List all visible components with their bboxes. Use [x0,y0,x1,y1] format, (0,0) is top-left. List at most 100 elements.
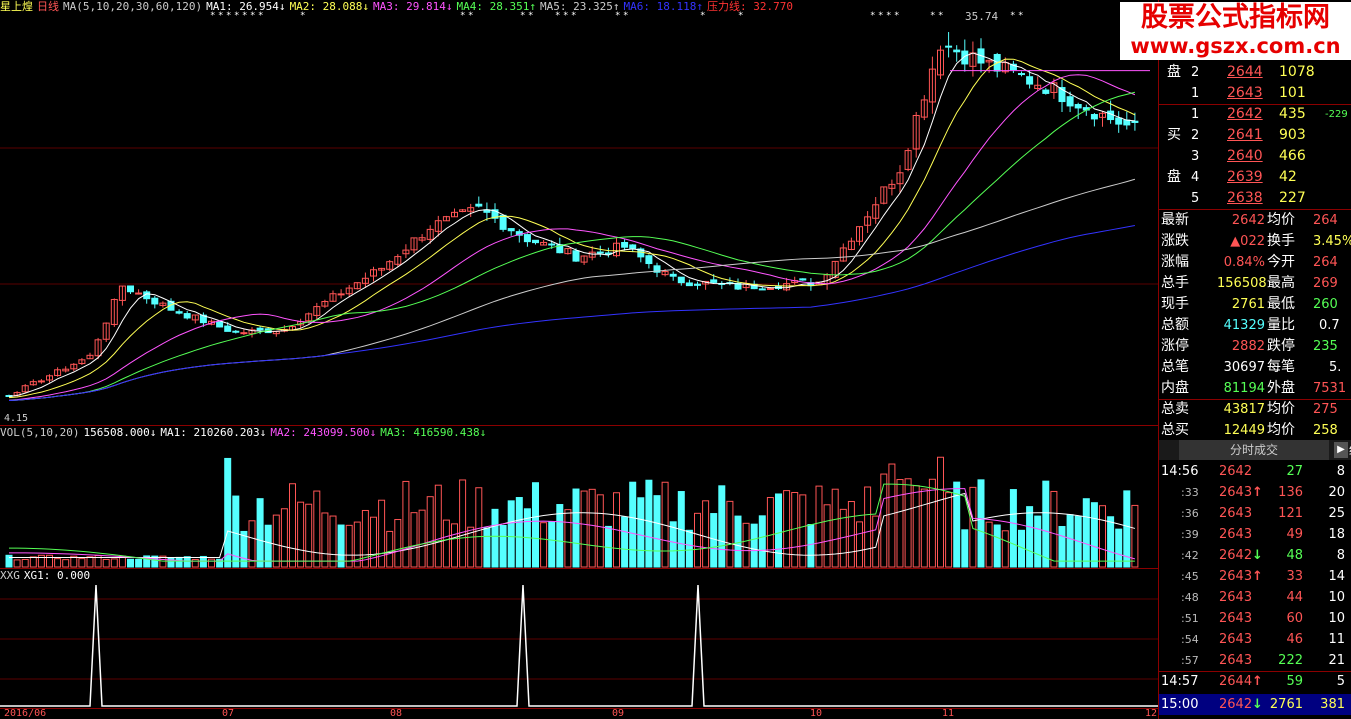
candle-body [758,288,766,291]
level: 3 [1191,149,1200,164]
volume-bar [775,493,782,568]
date-label: 08 [390,708,403,719]
candle-body [621,241,629,248]
volume-bar [102,558,110,568]
candle-body [175,311,183,314]
tick-volume: 33 [1286,569,1303,584]
volume-bar [1026,506,1034,568]
tick-row[interactable]: :33 2643 ↑ 136 20 [1159,482,1351,503]
quote-value: 264 [1313,255,1338,270]
tick-row-selected[interactable]: 15:00 2642 ↓ 2761 381 [1159,694,1351,715]
side-label: 盘 [1167,64,1181,80]
sell-row[interactable]: 盘 2 2644 1078 [1159,62,1351,83]
tick-price: 2643 [1219,485,1253,500]
candle-body [240,332,248,335]
volume: 1078 [1279,64,1315,80]
volume-bar [5,554,13,568]
volume-bar [475,487,483,568]
tick-row[interactable]: :45 2643 ↑ 33 14 [1159,566,1351,587]
quote-row: 涨停 2882 跌停 235 [1159,336,1351,357]
quote-value: 3.45% [1313,234,1351,249]
vol-value: 156508.000↓ [83,426,157,439]
play-arrow-icon[interactable]: ▶ [1334,442,1348,458]
tick-row[interactable]: :57 2643 222 21 [1159,650,1351,671]
tick-count: 18 [1328,527,1345,542]
volume-bar [370,516,377,568]
quote-value: 269 [1313,276,1338,291]
candlestick-chart[interactable]: * * * * * * * * * * * * * * * * * * * * * * * * * * * [0,0,1158,425]
quote-row: 涨幅 0.84% 今开 264 [1159,252,1351,273]
tick-row[interactable]: :42 2642 ↓ 48 8 [1159,545,1351,566]
quote-label: 换手 [1267,233,1295,249]
tick-row[interactable]: 14:56 2642 27 8 [1159,461,1351,482]
tick-row[interactable]: :39 2643 49 18 [1159,524,1351,545]
volume-chart-pane[interactable]: VOL(5,10,20) 156508.000↓ MA1: 210260.203↓ M… [0,425,1158,568]
price: 2644 [1227,64,1263,80]
candle-body [766,287,774,290]
volume-bar [645,479,653,568]
buy-row[interactable]: 1 2642 435 -229 [1159,104,1351,125]
quote-row: 总额 41329 量比 0.7 [1159,315,1351,336]
quote-label: 涨幅 [1161,254,1189,270]
tick-row[interactable]: :48 2643 44 10 [1159,587,1351,608]
vol-ma1: MA1: 210260.203↓ [160,426,267,439]
price-chart-pane[interactable]: * * * * * * * * * * * * * * * * * * * * * * * * * * * 星上煌 日线 MA(5,10… [0,0,1158,425]
tick-volume: 46 [1286,632,1303,647]
tick-volume: 27 [1286,464,1303,479]
volume-bar [596,494,604,568]
tick-count: 21 [1328,653,1345,668]
date-label: 12 [1145,708,1158,719]
quote-label: 总手 [1161,275,1189,291]
quote-label: 量比 [1267,317,1295,333]
tick-row[interactable]: :36 2643 121 25 [1159,503,1351,524]
buy-row[interactable]: 买 2 2641 903 [1159,125,1351,146]
quote-value: 81194 [1223,381,1265,396]
quote-row: 最新 2642 均价 264 [1159,210,1351,231]
volume-bar [758,515,766,568]
tick-time: :33 [1181,486,1199,499]
quote-value: 5. [1329,360,1342,375]
quote-value: ▲022 [1230,234,1265,249]
quote-value: 2761 [1231,297,1265,312]
tick-count: 5 [1336,674,1345,689]
xxg-indicator-pane[interactable]: XXG XG1: 0.000 [0,568,1158,708]
volume-bar [21,558,29,568]
tick-row[interactable]: 14:57 2644 ↑ 59 5 [1159,671,1351,692]
volume-bar [386,530,394,568]
date-label: 09 [612,708,625,719]
quote-value: 2882 [1231,339,1265,354]
volume-bar [451,523,458,568]
xxg-indicator-chart[interactable] [0,569,1158,708]
vol-ma2: MA2: 243099.500↓ [270,426,377,439]
quote-label: 涨跌 [1161,233,1189,249]
tab-time-sales[interactable]: 分时成交 [1179,440,1329,460]
volume-bar [718,485,726,568]
quote-label: 总笔 [1161,359,1189,375]
tick-row[interactable]: :51 2643 60 10 [1159,608,1351,629]
quote-label: 均价 [1267,422,1295,438]
quote-row: 总卖 43817 均价 275 [1159,399,1351,420]
tick-price: 2643 [1219,611,1253,626]
volume-bar [823,504,831,568]
volume-chart[interactable] [0,426,1158,568]
buy-row[interactable]: 盘 4 2639 42 [1159,167,1351,188]
buy-row[interactable]: 3 2640 466 [1159,146,1351,167]
candle-body [596,251,604,254]
tick-volume: 222 [1278,653,1303,668]
candle-body [1115,117,1123,125]
tick-time: :54 [1181,633,1199,646]
tick-count: 20 [1328,485,1345,500]
tick-volume: 2761 [1269,697,1303,712]
volume-bar [977,479,985,568]
volume-bar [896,479,904,568]
volume-bar [483,527,491,568]
quote-value: 0.7 [1319,318,1340,333]
volume-bar [434,484,442,568]
tick-row[interactable]: :54 2643 46 11 [1159,629,1351,650]
volume-legend: VOL(5,10,20) 156508.000↓ MA1: 210260.203↓ M… [0,426,490,439]
quote-value: 258 [1313,423,1338,438]
tick-price: 2643 [1219,632,1253,647]
quote-value: 275 [1313,402,1338,417]
buy-row[interactable]: 5 2638 227 [1159,188,1351,209]
sell-row[interactable]: 1 2643 101 [1159,83,1351,104]
